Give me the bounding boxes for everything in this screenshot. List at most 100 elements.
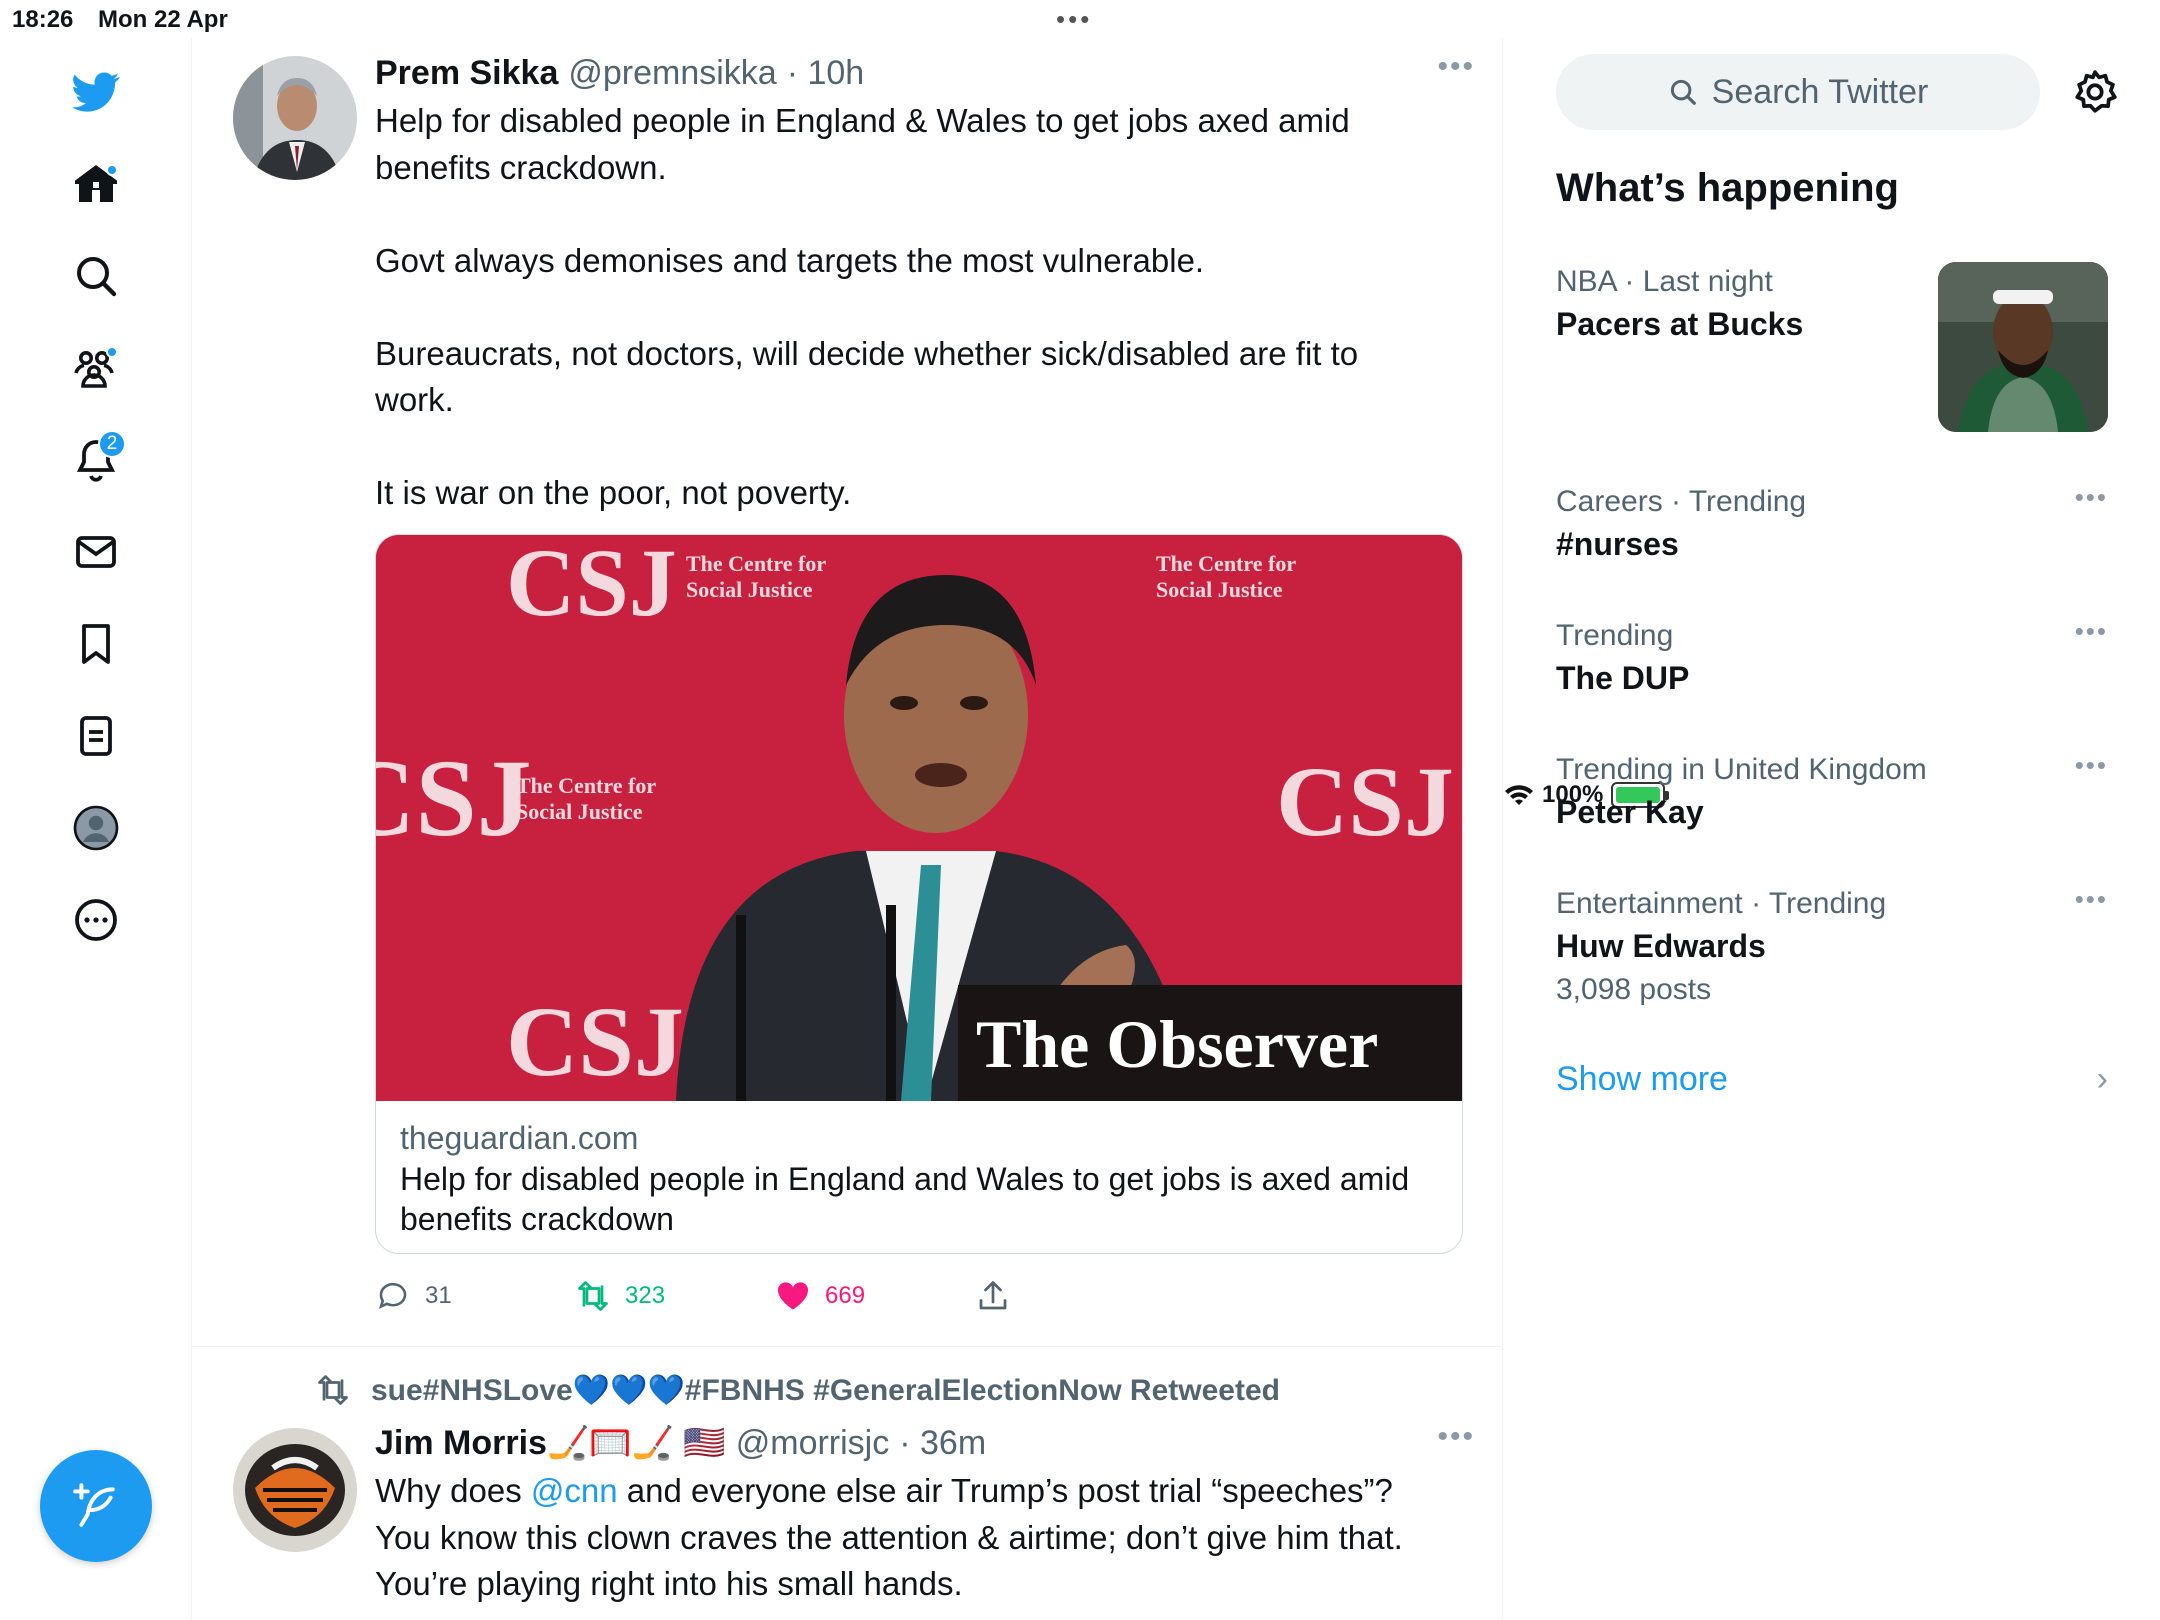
trend-more-icon[interactable]: ••• <box>2075 482 2108 513</box>
trend-name: The DUP <box>1556 660 1690 696</box>
nav-communities[interactable] <box>62 334 130 402</box>
profile-avatar-icon <box>73 805 119 851</box>
retweeted-by[interactable]: sue#NHSLove💙💙💙#FBNHS #GeneralElectionNow… <box>371 1373 1280 1408</box>
like-button[interactable]: 669 <box>775 1278 975 1314</box>
search-icon <box>77 257 117 297</box>
mention-link[interactable]: @cnn <box>531 1472 618 1509</box>
tweet-more-icon[interactable]: ••• <box>1437 50 1475 84</box>
compose-tweet-button[interactable] <box>40 1450 152 1562</box>
trend-item[interactable]: Trending The DUP ••• <box>1556 616 2108 700</box>
list-icon <box>80 716 112 756</box>
trend-name: Huw Edwards <box>1556 928 1766 964</box>
nav-messages[interactable] <box>62 518 130 586</box>
more-circle-icon <box>75 899 117 941</box>
trend-item[interactable]: Careers · Trending #nurses ••• <box>1556 482 2108 566</box>
trend-more-icon[interactable]: ••• <box>2075 616 2108 647</box>
csj-sub-2: Social Justice <box>686 577 813 602</box>
nav-home[interactable] <box>62 150 130 218</box>
trend-item[interactable]: Trending in United Kingdom Peter Kay ••• <box>1556 750 2108 834</box>
trend-meta: Trending <box>1556 619 1674 652</box>
author-name[interactable]: Jim Morris🏒🥅🏒 🇺🇸 <box>375 1423 726 1463</box>
heart-icon <box>777 1282 809 1310</box>
share-button[interactable] <box>975 1278 1175 1314</box>
avatar[interactable] <box>233 1428 357 1552</box>
retweet-icon <box>578 1281 608 1311</box>
share-icon <box>979 1281 1007 1310</box>
show-more-link[interactable]: Show more › <box>1556 1060 2108 1099</box>
search-placeholder: Search Twitter <box>1711 72 1929 111</box>
trend-name: #nurses <box>1556 526 1679 562</box>
retweet-icon <box>318 1375 348 1405</box>
multitasking-dots-icon[interactable]: ••• <box>1056 4 1092 35</box>
csj-logo: CSJ <box>506 535 677 636</box>
trend-image <box>1938 262 2108 432</box>
status-bar: 18:26 Mon 22 Apr ••• 100% <box>0 0 2160 808</box>
card-domain: theguardian.com <box>400 1120 639 1156</box>
card-title: Help for disabled people in England and … <box>400 1161 1410 1237</box>
csj-sub-1: The Centre for <box>516 773 656 798</box>
link-card[interactable]: CSJ The Centre for Social Justice CSJ Th… <box>375 534 1463 1254</box>
card-meta: theguardian.com Help for disabled people… <box>376 1101 1462 1253</box>
nav-notifications[interactable]: 2 <box>62 426 130 494</box>
csj-logo: CSJ <box>506 986 684 1097</box>
home-unread-dot <box>106 164 118 176</box>
csj-logo: CSJ <box>376 737 532 859</box>
avatar[interactable] <box>233 56 357 180</box>
bookmark-icon <box>82 624 110 664</box>
tweet-body: Jim Morris🏒🥅🏒 🇺🇸 @morrisjc · 36m ••• Why… <box>375 1420 1475 1608</box>
tweet-text: Why does @cnn and everyone else air Trum… <box>375 1468 1475 1608</box>
twitter-logo-icon[interactable] <box>62 58 130 126</box>
tweet-body: Prem Sikka @premnsikka · 10h ••• Help fo… <box>375 50 1475 517</box>
author-handle[interactable]: @morrisjc <box>736 1424 890 1463</box>
retweet-context: sue#NHSLove💙💙💙#FBNHS #GeneralElectionNow… <box>313 1372 1280 1408</box>
timeline: Prem Sikka @premnsikka · 10h ••• Help fo… <box>193 38 1503 1620</box>
nav-explore[interactable] <box>62 242 130 310</box>
nav-lists[interactable] <box>62 702 130 770</box>
card-image: CSJ The Centre for Social Justice CSJ Th… <box>376 535 1462 1101</box>
tweet-divider <box>193 1346 1503 1347</box>
tweet-time[interactable]: · 36m <box>899 1424 986 1463</box>
tweet-more-icon[interactable]: ••• <box>1437 1420 1475 1454</box>
trend-meta: Entertainment · Trending <box>1556 887 1887 920</box>
reply-button[interactable]: 31 <box>375 1278 575 1314</box>
right-column: Search Twitter What’s happening NBA · La… <box>1504 38 2160 1620</box>
csj-sub-2: Social Justice <box>1156 577 1283 602</box>
nav-more[interactable] <box>62 886 130 954</box>
trend-item[interactable]: Entertainment · Trending Huw Edwards 3,0… <box>1556 884 2108 1012</box>
section-title: What’s happening <box>1556 166 1899 210</box>
notification-badge: 2 <box>98 430 126 458</box>
retweet-button[interactable]: 323 <box>575 1278 775 1314</box>
trend-item[interactable]: NBA · Last night Pacers at Bucks <box>1556 262 2108 442</box>
chevron-right-icon: › <box>2096 1060 2108 1098</box>
tweet-time[interactable]: · 10h <box>787 54 865 93</box>
search-icon <box>1670 79 1696 105</box>
trend-post-count: 3,098 posts <box>1556 973 1712 1006</box>
tweet-text-part: Why does <box>375 1472 531 1509</box>
trend-meta: Careers · Trending <box>1556 485 1807 518</box>
author-name[interactable]: Prem Sikka <box>375 54 558 93</box>
csj-logo: CSJ <box>1276 746 1454 857</box>
trend-more-icon[interactable]: ••• <box>2075 884 2108 915</box>
reply-count: 31 <box>425 1282 452 1309</box>
search-input[interactable]: Search Twitter <box>1556 54 2040 130</box>
status-time: 18:26 <box>12 6 74 33</box>
trend-meta: Trending in United Kingdom <box>1556 753 1927 786</box>
tweet-actions: 31 323 669 <box>375 1278 1175 1314</box>
nav-profile[interactable] <box>62 794 130 862</box>
tweet-header: Jim Morris🏒🥅🏒 🇺🇸 @morrisjc · 36m <box>375 1420 1475 1466</box>
communities-unread-dot <box>106 346 118 358</box>
status-date: Mon 22 Apr <box>98 6 228 33</box>
csj-sub-1: The Centre for <box>1156 551 1296 576</box>
tweet-text: Help for disabled people in England & Wa… <box>375 102 1359 511</box>
nav-bookmarks[interactable] <box>62 610 130 678</box>
reply-icon <box>378 1282 407 1309</box>
sidebar-nav: 2 <box>0 38 192 1620</box>
gear-icon[interactable] <box>2070 68 2120 118</box>
retweet-count: 323 <box>625 1282 666 1309</box>
trend-more-icon[interactable]: ••• <box>2075 750 2108 781</box>
csj-sub-1: The Centre for <box>686 551 826 576</box>
like-count: 669 <box>825 1282 866 1309</box>
csj-sub-2: Social Justice <box>516 799 643 824</box>
trend-name: Peter Kay <box>1556 794 1704 830</box>
author-handle[interactable]: @premnsikka <box>568 54 776 93</box>
